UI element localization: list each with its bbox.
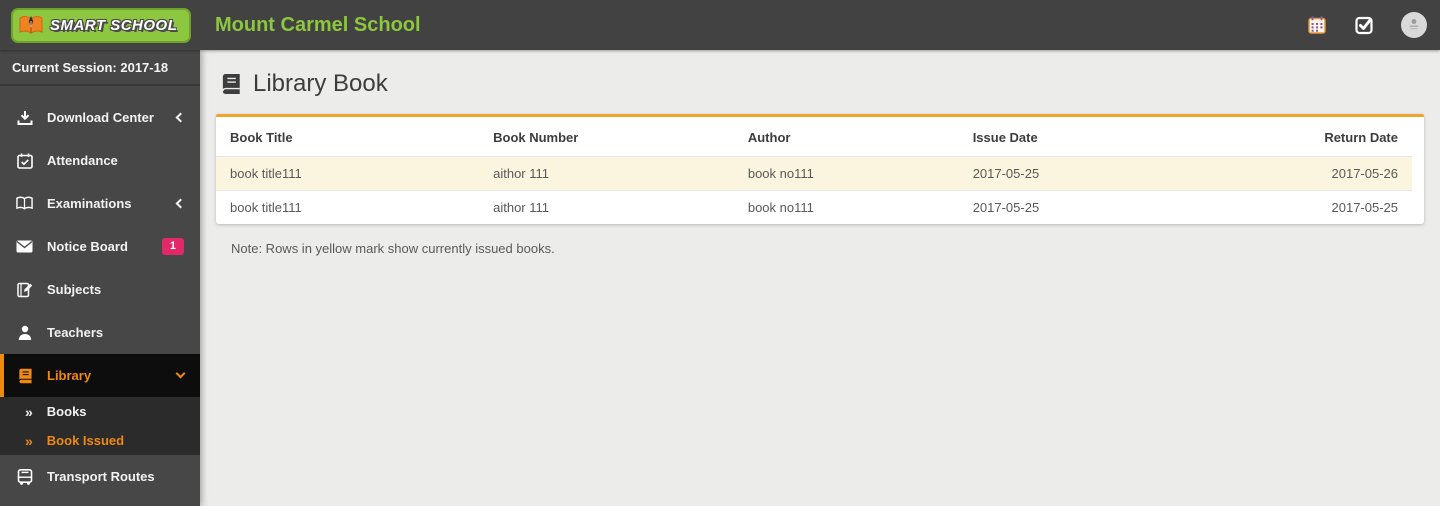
sidebar-item-label: Download Center bbox=[47, 110, 154, 125]
current-session-label: Current Session: 2017-18 bbox=[0, 50, 200, 86]
sidebar-item-label: Transport Routes bbox=[47, 469, 155, 484]
angle-double-right-icon: » bbox=[25, 432, 33, 449]
cell-issue-date: 2017-05-25 bbox=[958, 156, 1222, 191]
sidebar-subitem-book-issued[interactable]: » Book Issued bbox=[0, 426, 200, 455]
cell-author: book no111 bbox=[733, 156, 959, 191]
column-header-issue-date: Issue Date bbox=[972, 130, 1038, 145]
bus-icon bbox=[16, 468, 33, 485]
sidebar-subitem-label: Books bbox=[46, 404, 87, 419]
open-book-icon bbox=[16, 195, 33, 212]
school-name-title: Mount Carmel School bbox=[215, 13, 421, 36]
person-icon bbox=[16, 324, 33, 341]
book-icon bbox=[16, 367, 33, 384]
logo-text: SMART SCHOOL bbox=[50, 16, 178, 34]
user-avatar[interactable] bbox=[1401, 12, 1427, 38]
column-header-return-date: Return Date bbox=[1324, 130, 1398, 145]
sidebar-menu: Download Center Attendance Examinations bbox=[0, 86, 200, 498]
angle-double-right-icon: » bbox=[25, 403, 33, 420]
table-header-row: Book Title Book Number Author Issue Date… bbox=[216, 117, 1412, 157]
cell-author: book no111 bbox=[733, 190, 959, 224]
sidebar-item-label: Notice Board bbox=[47, 239, 128, 254]
cell-book-title: book title111 bbox=[216, 156, 480, 191]
table-row-issued[interactable]: book title111 aithor 111 book no111 2017… bbox=[216, 156, 1412, 191]
cell-issue-date: 2017-05-25 bbox=[958, 190, 1222, 224]
chevron-left-icon bbox=[175, 198, 186, 209]
column-header-book-number: Book Number bbox=[493, 130, 579, 145]
sidebar-item-label: Examinations bbox=[47, 196, 132, 211]
cell-return-date: 2017-05-25 bbox=[1221, 190, 1412, 224]
sidebar-subitem-label: Book Issued bbox=[46, 433, 125, 448]
notice-count-badge: 1 bbox=[161, 238, 184, 255]
table-row[interactable]: book title111 aithor 111 book no111 2017… bbox=[216, 190, 1412, 224]
download-icon bbox=[16, 109, 33, 126]
column-header-author: Author bbox=[747, 130, 791, 145]
chevron-down-icon bbox=[175, 368, 186, 379]
sidebar-item-download-center[interactable]: Download Center bbox=[0, 96, 200, 139]
main-content: Library Book Book Title Book Number Auth… bbox=[200, 50, 1440, 506]
issued-books-note: Note: Rows in yellow mark show currently… bbox=[231, 241, 555, 256]
smart-school-logo[interactable]: SMART SCHOOL bbox=[11, 7, 192, 43]
envelope-icon bbox=[16, 238, 33, 255]
book-pencil-icon bbox=[16, 281, 33, 298]
sidebar-item-label: Attendance bbox=[47, 153, 118, 168]
library-book-card: Book Title Book Number Author Issue Date… bbox=[216, 114, 1424, 224]
page-title: Library Book bbox=[218, 70, 1424, 98]
open-book-pen-icon bbox=[18, 14, 44, 36]
sidebar-subitem-books[interactable]: » Books bbox=[0, 397, 200, 426]
page-title-text: Library Book bbox=[253, 70, 388, 97]
book-icon bbox=[218, 73, 242, 95]
sidebar: Current Session: 2017-18 Download Center… bbox=[0, 50, 200, 506]
library-submenu: » Books » Book Issued bbox=[0, 397, 200, 455]
library-book-table: Book Title Book Number Author Issue Date… bbox=[216, 117, 1412, 224]
sidebar-item-label: Library bbox=[47, 368, 92, 383]
sidebar-item-notice-board[interactable]: Notice Board 1 bbox=[0, 225, 200, 268]
chevron-left-icon bbox=[175, 112, 186, 123]
column-header-book-title: Book Title bbox=[230, 130, 293, 145]
cell-return-date: 2017-05-26 bbox=[1221, 156, 1412, 191]
sidebar-item-subjects[interactable]: Subjects bbox=[0, 268, 200, 311]
sidebar-item-examinations[interactable]: Examinations bbox=[0, 182, 200, 225]
page-layout: Current Session: 2017-18 Download Center… bbox=[0, 50, 1440, 506]
calendar-icon[interactable] bbox=[1305, 13, 1329, 37]
sidebar-item-label: Teachers bbox=[47, 325, 104, 340]
cell-book-number: aithor 111 bbox=[479, 190, 734, 224]
task-check-icon[interactable] bbox=[1353, 13, 1377, 37]
sidebar-item-attendance[interactable]: Attendance bbox=[0, 139, 200, 182]
logo-area: SMART SCHOOL bbox=[0, 7, 200, 43]
cell-book-title: book title111 bbox=[216, 190, 480, 224]
sidebar-item-label: Subjects bbox=[47, 282, 102, 297]
cell-book-number: aithor 111 bbox=[479, 156, 734, 191]
sidebar-item-library[interactable]: Library bbox=[0, 354, 200, 397]
top-navbar: SMART SCHOOL Mount Carmel School bbox=[0, 0, 1440, 50]
calendar-check-icon bbox=[16, 152, 33, 169]
navbar-actions bbox=[1305, 12, 1440, 38]
sidebar-item-teachers[interactable]: Teachers bbox=[0, 311, 200, 354]
sidebar-item-transport-routes[interactable]: Transport Routes bbox=[0, 455, 200, 498]
